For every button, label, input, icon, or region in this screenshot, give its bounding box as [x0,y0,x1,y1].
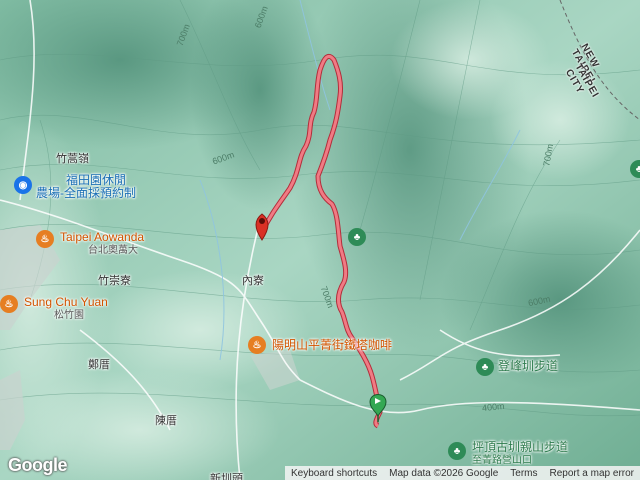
poi-sungchu-sub: 松竹園 [54,310,84,321]
food-icon[interactable]: ♨ [36,230,54,248]
keyboard-shortcuts-link[interactable]: Keyboard shortcuts [291,468,377,479]
food-icon[interactable]: ♨ [248,336,266,354]
place-label-neiliao: 內寮 [242,275,264,287]
poi-aowanda[interactable]: Taipei Aowanda 台北奧萬大 [60,231,144,257]
place-label-zhengcuo: 鄭厝 [88,359,110,371]
report-error-link[interactable]: Report a map error [550,468,634,479]
map-data-text: Map data ©2026 Google [389,467,499,479]
poi-sungchu-name: Sung Chu Yuan [24,295,108,309]
map-canvas[interactable]: 竹蒿嶺 竹崇寮 內寮 鄭厝 陳厝 新圳頭 700m 600m 700m 600m… [0,0,640,480]
poi-aowanda-name: Taipei Aowanda [60,230,145,244]
poi-dengfeng-name: 登峰圳步道 [498,359,559,373]
poi-futian-sub: 農場-全面採預約制 [36,186,136,200]
terms-link[interactable]: Terms [510,468,537,479]
poi-cafe-name: 陽明山平菁街鐵塔咖啡 [272,338,393,352]
poi-cafe[interactable]: 陽明山平菁街鐵塔咖啡 [272,339,392,352]
park-icon[interactable]: ♣ [476,358,494,376]
place-label-zhuchongliao: 竹崇寮 [98,275,131,287]
poi-pingding[interactable]: 坪頂古圳親山步道 至菁路營山口 [472,441,568,467]
food-icon[interactable]: ♨ [0,295,18,313]
place-label-chencuo: 陳厝 [155,415,177,427]
poi-dengfeng[interactable]: 登峰圳步道 [498,360,558,373]
place-label-xinzhentou: 新圳頭 [210,473,243,480]
attribution-bar: Keyboard shortcuts Map data ©2026 Google… [284,466,640,480]
poi-pingding-name: 坪頂古圳親山步道 [472,440,569,454]
place-label-zhugaoling: 竹蒿嶺 [56,153,89,165]
poi-futian[interactable]: 福田園休閒 農場-全面採預約制 [36,174,136,200]
park-icon[interactable]: ♣ [348,228,366,246]
poi-aowanda-sub: 台北奧萬大 [88,245,138,256]
camera-icon[interactable]: ◉ [14,176,32,194]
google-logo[interactable]: Google [8,455,68,476]
park-icon[interactable]: ♣ [448,442,466,460]
poi-sungchu[interactable]: Sung Chu Yuan 松竹園 [24,296,108,322]
